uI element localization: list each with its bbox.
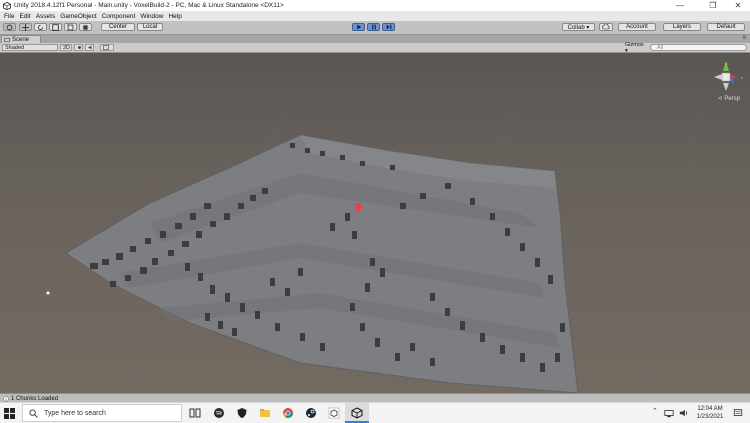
rotate-icon (37, 24, 44, 30)
task-view-icon[interactable] (189, 407, 201, 419)
cloud-icon (602, 24, 610, 30)
image-icon (103, 45, 109, 50)
scene-search-placeholder: All (657, 44, 664, 51)
layout-label: Default (716, 24, 736, 30)
account-label: Account (626, 24, 648, 30)
menu-help[interactable]: Help (168, 13, 181, 20)
scene-viewport[interactable]: y x ≺ Persp (0, 53, 750, 393)
toggle-2d-button[interactable]: 2D (60, 44, 72, 51)
clock-date: 1/23/2021 (696, 414, 724, 420)
steam-icon[interactable] (305, 407, 317, 419)
menu-window[interactable]: Window (140, 13, 163, 20)
svg-text:x: x (741, 75, 743, 80)
pivot-center-label: Center (108, 24, 127, 30)
hand-tool-button[interactable] (3, 23, 16, 31)
windows-start-icon[interactable] (4, 408, 15, 419)
menu-assets[interactable]: Assets (36, 13, 56, 20)
pivot-center-toggle[interactable]: Center (101, 23, 135, 31)
cloud-button[interactable] (599, 23, 613, 31)
persp-label[interactable]: ≺ Persp (718, 95, 740, 102)
minimize-button[interactable]: — (668, 0, 692, 11)
scene-control-bar: Shaded 2D Gizmos ▾ All (0, 41, 750, 54)
file-explorer-icon[interactable] (259, 407, 271, 419)
transform-icon (82, 24, 89, 30)
info-icon (3, 395, 9, 402)
play-button[interactable] (352, 23, 365, 31)
layout-dropdown[interactable]: Default (707, 23, 745, 31)
menu-component[interactable]: Component (102, 13, 136, 20)
space-local-label: Local (142, 24, 158, 30)
svg-text:y: y (725, 61, 727, 66)
voxel-terrain (0, 92, 750, 393)
menu-edit[interactable]: Edit (19, 13, 30, 20)
network-icon[interactable] (664, 408, 674, 418)
close-button[interactable]: ✕ (726, 0, 750, 11)
clock-time: 12:04 AM (697, 406, 723, 412)
unity-hub-icon[interactable] (328, 407, 340, 419)
step-button[interactable] (382, 23, 395, 31)
collab-dropdown[interactable]: Collab ▾ (562, 23, 595, 31)
scene-search-input[interactable]: All (650, 44, 747, 51)
effects-dropdown[interactable] (100, 44, 114, 51)
light-icon (78, 46, 81, 49)
taskbar-search-placeholder: Type here to search (44, 409, 106, 417)
play-icon (356, 24, 361, 30)
maximize-button[interactable]: ❐ (701, 0, 725, 11)
shading-mode-dropdown[interactable]: Shaded (2, 44, 58, 51)
collab-label: Collab ▾ (567, 24, 590, 31)
windows-taskbar: Type here to search ⌃ 12:04 AM 1/23/2021 (0, 402, 750, 423)
panel-menu-icon[interactable]: ≡ (742, 35, 746, 41)
rect-tool-icon (67, 23, 74, 30)
shading-mode-label: Shaded (5, 44, 24, 51)
unity-editor-taskbar-button[interactable] (345, 403, 369, 423)
pause-icon (371, 24, 376, 30)
scale-tool-button[interactable] (49, 23, 62, 31)
search-icon (29, 408, 38, 418)
layers-dropdown[interactable]: Layers (663, 23, 701, 31)
taskbar-clock[interactable]: 12:04 AM 1/23/2021 (695, 405, 725, 421)
transform-tool-button[interactable] (79, 23, 92, 31)
move-tool-button[interactable] (19, 23, 32, 31)
spotify-icon[interactable] (213, 407, 225, 419)
tray-chevron-icon[interactable]: ⌃ (652, 407, 658, 415)
volume-icon[interactable] (679, 408, 689, 418)
security-shield-icon[interactable] (236, 407, 248, 419)
window-title: Unity 2018.4.12f1 Personal - Main.unity … (14, 2, 284, 9)
lighting-toggle[interactable] (74, 44, 83, 51)
tab-scene-label: Scene (12, 36, 30, 43)
account-dropdown[interactable]: Account (618, 23, 656, 31)
menu-file[interactable]: File (4, 13, 14, 20)
unity-icon (351, 407, 363, 419)
chrome-icon[interactable] (282, 407, 294, 419)
tab-scene[interactable]: Scene (1, 35, 41, 43)
unity-logo-icon (3, 1, 11, 10)
menu-bar: File Edit Assets GameObject Component Wi… (0, 11, 750, 21)
scene-icon (4, 37, 10, 42)
notifications-icon[interactable] (733, 408, 743, 418)
step-icon (386, 24, 391, 30)
gizmos-label: Gizmos ▾ (625, 41, 644, 54)
window-title-bar: Unity 2018.4.12f1 Personal - Main.unity … (0, 0, 750, 11)
rect-tool-button[interactable] (64, 23, 77, 31)
audio-toggle[interactable] (85, 44, 94, 51)
gizmos-dropdown[interactable]: Gizmos ▾ (623, 41, 647, 54)
light-gizmo (46, 291, 50, 295)
toggle-2d-label: 2D (63, 44, 71, 51)
status-message: 1 Chunks Loaded (11, 395, 59, 402)
move-icon (22, 23, 29, 31)
main-toolbar: Center Local Collab ▾ Account Layers Def… (0, 21, 750, 35)
scale-icon (52, 23, 59, 31)
menu-gameobject[interactable]: GameObject (60, 13, 97, 20)
rotate-tool-button[interactable] (34, 23, 47, 31)
pause-button[interactable] (367, 23, 380, 31)
hand-icon (6, 24, 13, 30)
space-local-toggle[interactable]: Local (137, 23, 163, 31)
taskbar-search-input[interactable]: Type here to search (22, 404, 182, 422)
player-marker (356, 203, 361, 211)
layers-label: Layers (672, 24, 691, 30)
speaker-icon (88, 45, 92, 50)
